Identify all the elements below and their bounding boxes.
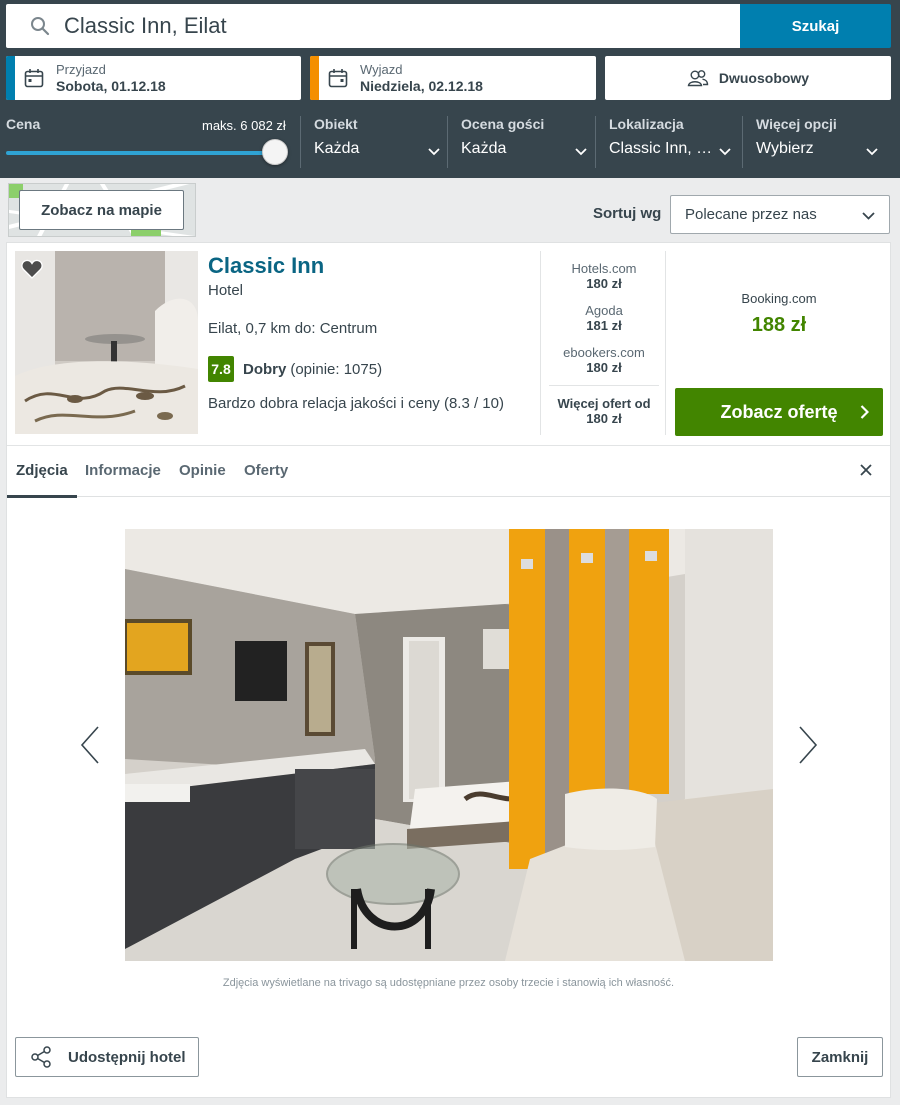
price-slider-handle[interactable] <box>262 139 288 165</box>
tab-info[interactable]: Informacje <box>85 462 161 479</box>
chevron-right-icon <box>860 405 869 419</box>
close-icon[interactable] <box>859 463 873 477</box>
search-icon <box>31 17 50 36</box>
partner-price: 180 zł <box>586 276 622 291</box>
search-input[interactable] <box>64 13 704 39</box>
location-filter-value: Classic Inn, … <box>609 140 713 157</box>
property-filter[interactable]: Obiekt Każda <box>300 116 440 168</box>
search-box[interactable] <box>6 4 740 48</box>
partner-offer[interactable]: ebookers.com 180 zł <box>541 345 667 375</box>
calendar-icon <box>328 69 348 88</box>
view-deal-label: Zobacz ofertę <box>720 401 838 422</box>
view-map-button[interactable]: Zobacz na mapie <box>19 190 184 230</box>
checkin-value: Sobota, 01.12.18 <box>56 78 166 94</box>
rating-row[interactable]: 7.8 Dobry (opinie: 1075) <box>208 356 382 382</box>
users-icon <box>687 70 709 87</box>
sort-select[interactable]: Polecane przez nas <box>670 195 890 234</box>
property-filter-label: Obiekt <box>314 116 358 132</box>
chevron-down-icon <box>428 148 440 156</box>
rating-filter-label: Ocena gości <box>461 116 545 132</box>
checkout-accent-bar <box>310 56 319 100</box>
best-deal-site: Booking.com <box>741 291 817 306</box>
value-rating-text: Bardzo dobra relacja jakości i ceny (8.3… <box>208 395 504 412</box>
more-options-filter[interactable]: Więcej opcji Wybierz <box>742 116 878 168</box>
rating-score-badge: 7.8 <box>208 356 234 382</box>
hotel-thumbnail[interactable] <box>15 251 198 434</box>
share-hotel-button[interactable]: Udostępnij hotel <box>15 1037 199 1077</box>
calendar-icon <box>24 69 44 88</box>
view-deal-button[interactable]: Zobacz ofertę <box>675 388 883 436</box>
sort-label: Sortuj wg <box>593 205 662 222</box>
partner-offer[interactable]: Hotels.com 180 zł <box>541 261 667 291</box>
checkin-field[interactable]: Przyjazd Sobota, 01.12.18 <box>6 56 301 100</box>
partner-name: ebookers.com <box>563 345 645 360</box>
search-header: Szukaj Przyjazd Sobota, 01.12.18 Wyjazd … <box>0 0 900 178</box>
rating-count: (opinie: 1075) <box>290 360 383 378</box>
sort-select-value: Polecane przez nas <box>685 206 817 223</box>
partner-price: 181 zł <box>586 318 622 333</box>
filter-bar: Cena maks. 6 082 zł Obiekt Każda Ocena g… <box>0 110 900 174</box>
share-hotel-label: Udostępnij hotel <box>68 1048 186 1066</box>
more-offers-label: Więcej ofert od <box>557 396 651 411</box>
checkin-label: Przyjazd <box>56 62 106 77</box>
checkout-value: Niedziela, 02.12.18 <box>360 78 483 94</box>
chevron-down-icon <box>719 148 731 156</box>
best-deal-price: 188 zł <box>751 314 807 336</box>
share-icon <box>31 1046 51 1068</box>
more-options-label: Więcej opcji <box>756 116 837 132</box>
more-offers-price: 180 zł <box>586 411 622 426</box>
partner-price: 180 zł <box>586 360 622 375</box>
search-button[interactable]: Szukaj <box>740 4 891 48</box>
location-filter[interactable]: Lokalizacja Classic Inn, … <box>595 116 731 168</box>
partner-name: Agoda <box>585 303 623 318</box>
tab-photos[interactable]: Zdjęcia <box>16 462 68 479</box>
chevron-down-icon <box>575 148 587 156</box>
price-slider-track[interactable] <box>6 151 276 155</box>
active-tab-indicator <box>7 495 77 498</box>
gallery-room-photo <box>125 529 773 961</box>
more-options-value: Wybierz <box>756 140 814 157</box>
checkout-label: Wyjazd <box>360 62 403 77</box>
chevron-down-icon <box>866 148 878 156</box>
tab-deals[interactable]: Oferty <box>244 462 288 479</box>
checkout-field[interactable]: Wyjazd Niedziela, 02.12.18 <box>310 56 596 100</box>
partner-name: Hotels.com <box>571 261 637 276</box>
favorite-heart-icon[interactable] <box>21 259 43 279</box>
guests-label: Dwuosobowy <box>718 70 810 86</box>
rating-filter[interactable]: Ocena gości Każda <box>447 116 587 168</box>
guests-selector[interactable]: Dwuosobowy <box>605 56 891 100</box>
checkin-accent-bar <box>6 56 15 100</box>
previous-photo-arrow[interactable] <box>79 725 101 765</box>
hotel-name[interactable]: Classic Inn <box>208 253 324 279</box>
close-button[interactable]: Zamknij <box>797 1037 883 1077</box>
details-tabs: Zdjęcia Informacje Opinie Oferty <box>7 445 890 498</box>
photo-disclaimer: Zdjęcia wyświetlane na trivago są udostę… <box>222 977 675 989</box>
property-filter-value: Każda <box>314 140 360 157</box>
next-photo-arrow[interactable] <box>797 725 819 765</box>
chevron-down-icon <box>862 212 875 220</box>
hotel-location: Eilat, 0,7 km do: Centrum <box>208 320 378 337</box>
rating-word: Dobry <box>243 360 287 378</box>
hotel-type: Hotel <box>208 282 244 299</box>
hotel-card: Classic Inn Hotel Eilat, 0,7 km do: Cent… <box>6 242 891 1098</box>
location-filter-label: Lokalizacja <box>609 116 684 132</box>
partner-offer[interactable]: Agoda 181 zł <box>541 303 667 333</box>
tab-reviews[interactable]: Opinie <box>179 462 226 479</box>
gallery-photo[interactable] <box>125 529 773 961</box>
more-offers-link[interactable]: Więcej ofert od 180 zł <box>549 385 659 426</box>
price-max-value: maks. 6 082 zł <box>202 118 286 133</box>
rating-filter-value: Każda <box>461 140 507 157</box>
